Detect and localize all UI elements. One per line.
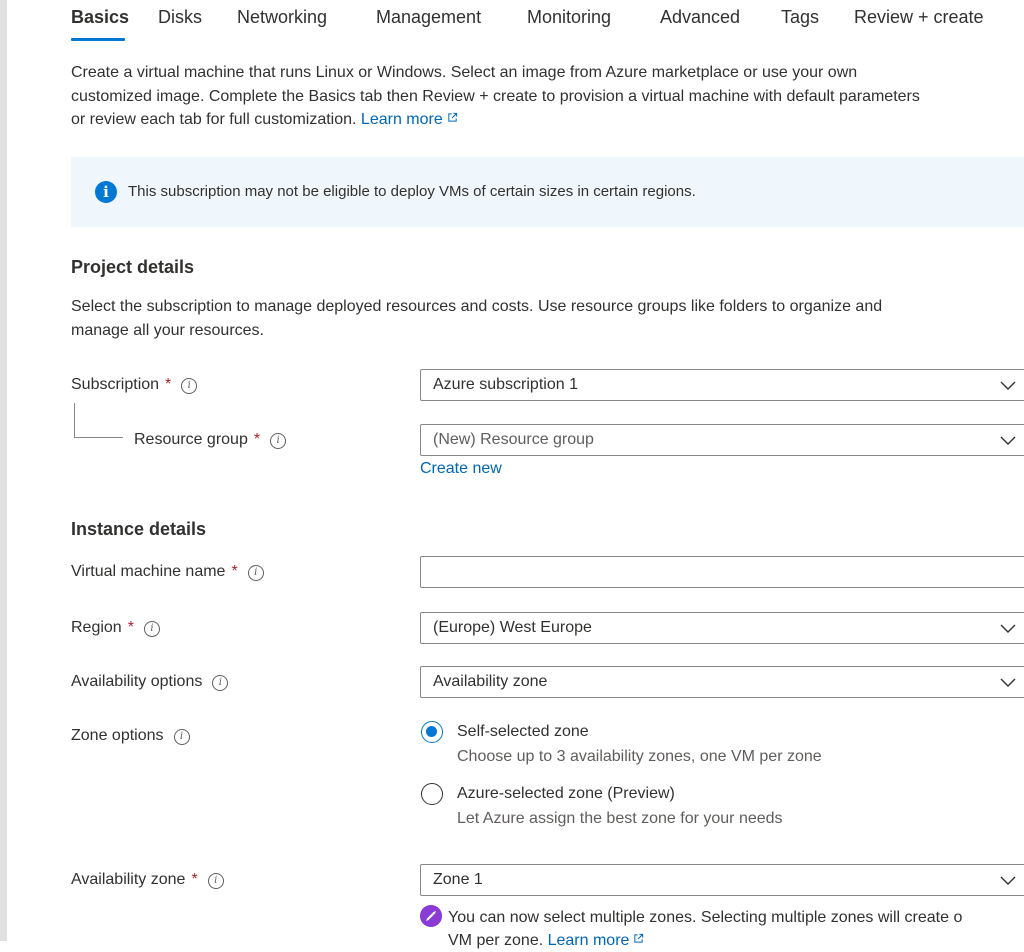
intro-text: Create a virtual machine that runs Linux… <box>71 61 1024 132</box>
project-details-title: Project details <box>71 257 195 277</box>
external-link-icon <box>448 112 457 122</box>
self-selected-zone-label[interactable]: Self-selected zone <box>457 723 589 741</box>
info-banner: i This subscription may not be eligible … <box>71 157 1024 227</box>
tab-monitoring[interactable]: Monitoring <box>527 7 611 28</box>
azure-selected-zone-label[interactable]: Azure-selected zone (Preview) <box>457 785 675 803</box>
region-label: Region * i <box>71 619 160 637</box>
availability-options-dropdown[interactable]: Availability zone <box>420 666 1024 698</box>
vm-name-input[interactable] <box>421 557 1024 587</box>
self-selected-zone-description: Choose up to 3 availability zones, one V… <box>457 748 822 765</box>
resource-group-label: Resource group * i <box>134 431 287 449</box>
subscription-label: Subscription * i <box>71 376 198 394</box>
active-tab-indicator <box>71 38 125 41</box>
required-marker: * <box>127 619 134 636</box>
required-marker: * <box>253 431 261 448</box>
multiple-zones-notice: You can now select multiple zones. Selec… <box>448 909 963 949</box>
azure-selected-zone-radio[interactable] <box>421 783 443 805</box>
required-marker: * <box>165 376 172 393</box>
tree-connector <box>74 403 123 438</box>
info-icon: i <box>95 181 117 203</box>
tab-networking[interactable]: Networking <box>237 7 327 28</box>
zone-options-label: Zone options i <box>71 727 190 745</box>
external-link-icon <box>634 933 644 943</box>
info-tooltip-icon[interactable]: i <box>247 565 264 581</box>
tab-advanced[interactable]: Advanced <box>660 7 740 28</box>
self-selected-zone-radio[interactable] <box>421 721 443 743</box>
info-tooltip-icon[interactable]: i <box>181 378 198 394</box>
learn-more-link[interactable]: Learn more <box>361 111 458 128</box>
rocket-icon <box>420 905 442 927</box>
intro-line-2: customized image. Complete the Basics ta… <box>71 87 920 105</box>
create-new-link[interactable]: Create new <box>420 460 502 478</box>
vm-name-label: Virtual machine name * i <box>71 563 264 581</box>
required-marker: * <box>191 871 198 888</box>
chevron-down-icon <box>1000 624 1016 633</box>
availability-zone-dropdown[interactable]: Zone 1 <box>420 864 1024 896</box>
tab-disks[interactable]: Disks <box>158 7 202 28</box>
info-tooltip-icon[interactable]: i <box>207 873 224 889</box>
chevron-down-icon <box>1000 436 1016 445</box>
info-banner-text: This subscription may not be eligible to… <box>128 183 696 200</box>
tab-review-create[interactable]: Review + create <box>854 7 984 28</box>
subscription-dropdown[interactable]: Azure subscription 1 <box>420 369 1024 401</box>
region-dropdown[interactable]: (Europe) West Europe <box>420 612 1024 644</box>
chevron-down-icon <box>1000 876 1016 885</box>
project-details-description: Select the subscription to manage deploy… <box>71 298 883 339</box>
intro-line-1: Create a virtual machine that runs Linux… <box>71 64 858 81</box>
vm-name-field[interactable] <box>420 556 1024 588</box>
availability-options-label: Availability options i <box>71 673 229 691</box>
info-tooltip-icon[interactable]: i <box>173 729 190 745</box>
tab-management[interactable]: Management <box>376 7 481 28</box>
required-marker: * <box>231 563 238 580</box>
instance-details-title: Instance details <box>71 519 207 539</box>
intro-line-3: or review each tab for full customizatio… <box>71 111 357 128</box>
info-tooltip-icon[interactable]: i <box>212 675 229 691</box>
info-tooltip-icon[interactable]: i <box>270 433 287 449</box>
availability-zone-label: Availability zone * i <box>71 871 224 889</box>
left-rail <box>0 0 7 941</box>
tab-basics[interactable]: Basics <box>71 7 129 28</box>
tab-tags[interactable]: Tags <box>781 7 819 28</box>
chevron-down-icon <box>1000 381 1016 390</box>
chevron-down-icon <box>1000 678 1016 687</box>
resource-group-dropdown[interactable]: (New) Resource group <box>420 424 1024 456</box>
info-tooltip-icon[interactable]: i <box>143 621 160 637</box>
azure-selected-zone-description: Let Azure assign the best zone for your … <box>457 810 783 827</box>
